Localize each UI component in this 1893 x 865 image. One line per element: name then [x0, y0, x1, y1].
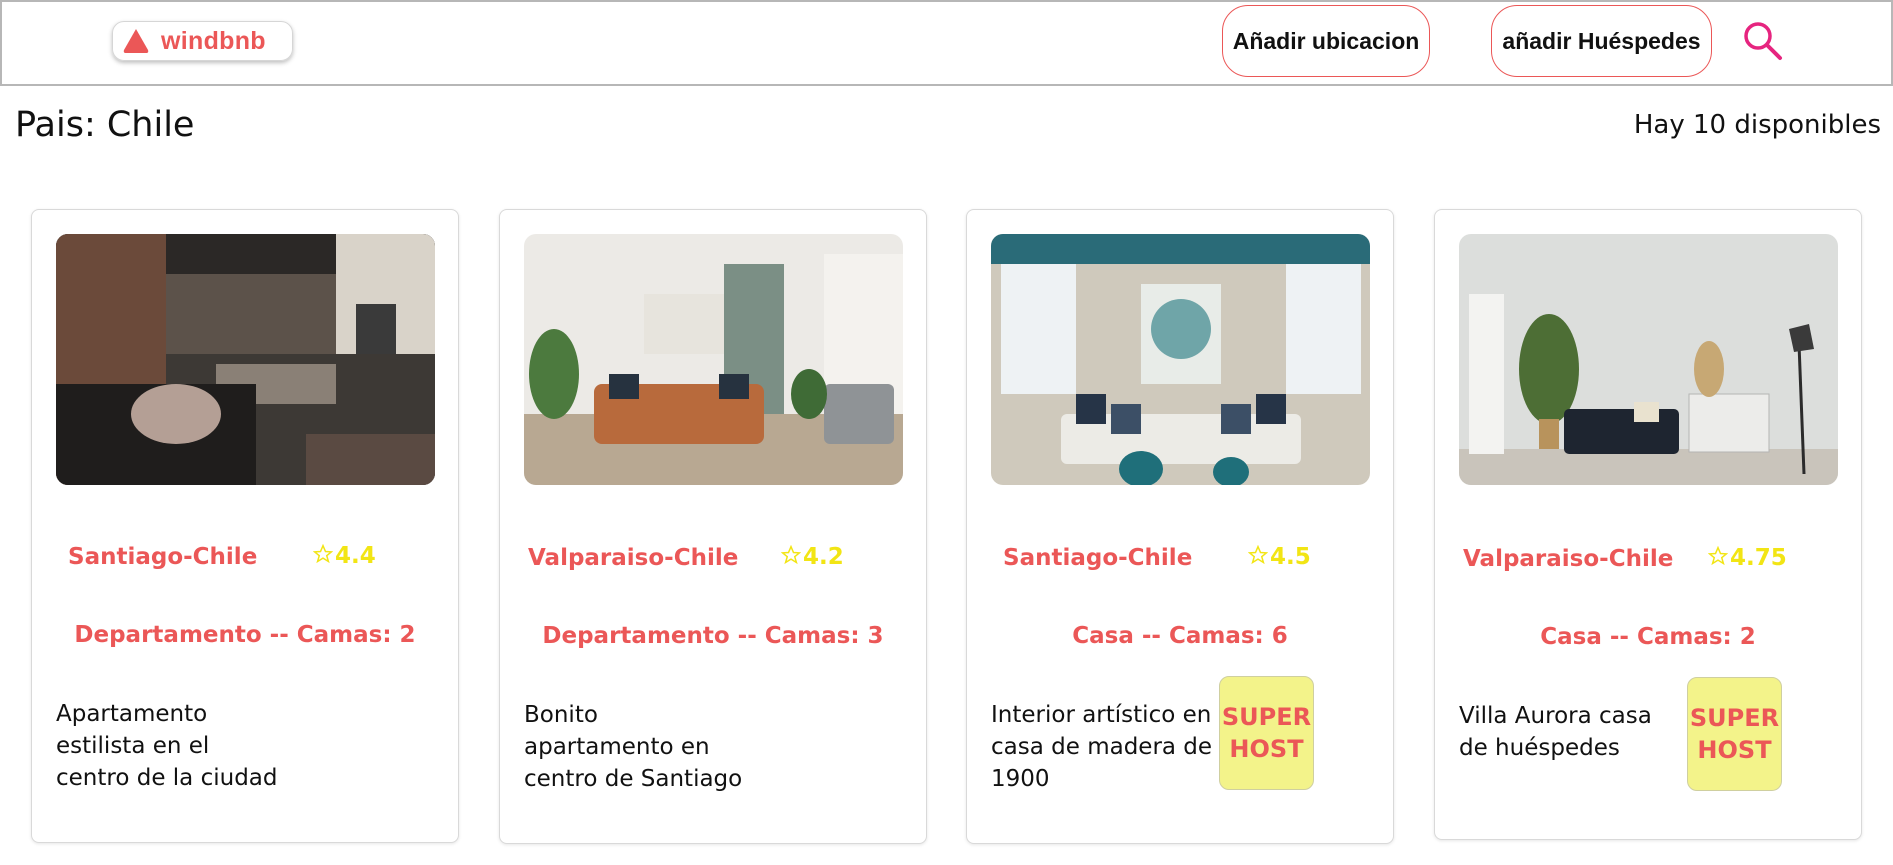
windbnb-logo[interactable]: windbnb: [112, 21, 293, 61]
listing-description: Interior artístico en casa de madera de …: [991, 702, 1213, 792]
listing-photo: [1459, 234, 1838, 485]
listing-photo: [991, 234, 1370, 485]
listing-type: Casa -- Camas: 2: [1540, 624, 1756, 650]
rating-value: 4.4: [335, 543, 376, 569]
listing-description: Villa Aurora casa de huéspedes: [1459, 703, 1652, 761]
listing-rating: 4.5: [1248, 544, 1311, 570]
listing-description: Bonito apartamento en centro de Santiago: [524, 702, 743, 792]
listing-rating: 4.75: [1708, 545, 1787, 571]
search-icon[interactable]: [1742, 20, 1784, 62]
listing-rating: 4.2: [781, 544, 844, 570]
listing-photo: [56, 234, 435, 485]
logo-icon: [123, 29, 149, 53]
star-icon: [313, 544, 333, 564]
listing-type: Casa -- Camas: 6: [1072, 623, 1288, 649]
listing-photo: [524, 234, 903, 485]
listing-card[interactable]: Santiago-Chile 4.5 Casa -- Camas: 6 Inte…: [966, 209, 1394, 844]
superhost-line1: SUPER: [1221, 703, 1312, 731]
listing-card[interactable]: Valparaiso-Chile 4.2 Departamento -- Cam…: [499, 209, 927, 844]
rating-value: 4.75: [1730, 545, 1787, 571]
star-icon: [1708, 546, 1728, 566]
listing-card[interactable]: Valparaiso-Chile 4.75 Casa -- Camas: 2 V…: [1434, 209, 1862, 840]
listing-city: Santiago-Chile: [68, 544, 258, 570]
superhost-badge: SUPER HOST: [1219, 676, 1314, 790]
superhost-line2: HOST: [1229, 735, 1304, 763]
logo-text: windbnb: [161, 26, 266, 55]
rating-value: 4.5: [1270, 544, 1311, 570]
superhost-line2: HOST: [1697, 736, 1772, 764]
add-location-button[interactable]: Añadir ubicacion: [1222, 5, 1430, 77]
top-navbar: windbnb Añadir ubicacion añadir Huéspede…: [0, 0, 1893, 86]
listing-card[interactable]: Santiago-Chile 4.4 Departamento -- Camas…: [31, 209, 459, 843]
listing-city: Santiago-Chile: [1003, 545, 1193, 571]
superhost-line1: SUPER: [1689, 704, 1780, 732]
star-icon: [1248, 545, 1268, 565]
star-icon: [781, 545, 801, 565]
add-guests-button[interactable]: añadir Huéspedes: [1491, 5, 1712, 77]
listing-city: Valparaiso-Chile: [1463, 546, 1674, 572]
available-count: Hay 10 disponibles: [1633, 110, 1881, 140]
listing-type: Departamento -- Camas: 2: [74, 622, 416, 648]
country-heading: Pais: Chile: [15, 105, 195, 145]
listing-description: Apartamento estilista en el centro de la…: [56, 701, 278, 791]
superhost-badge: SUPER HOST: [1687, 677, 1782, 791]
listing-city: Valparaiso-Chile: [528, 545, 739, 571]
rating-value: 4.2: [803, 544, 844, 570]
listing-type: Departamento -- Camas: 3: [542, 623, 884, 649]
listing-rating: 4.4: [313, 543, 376, 569]
